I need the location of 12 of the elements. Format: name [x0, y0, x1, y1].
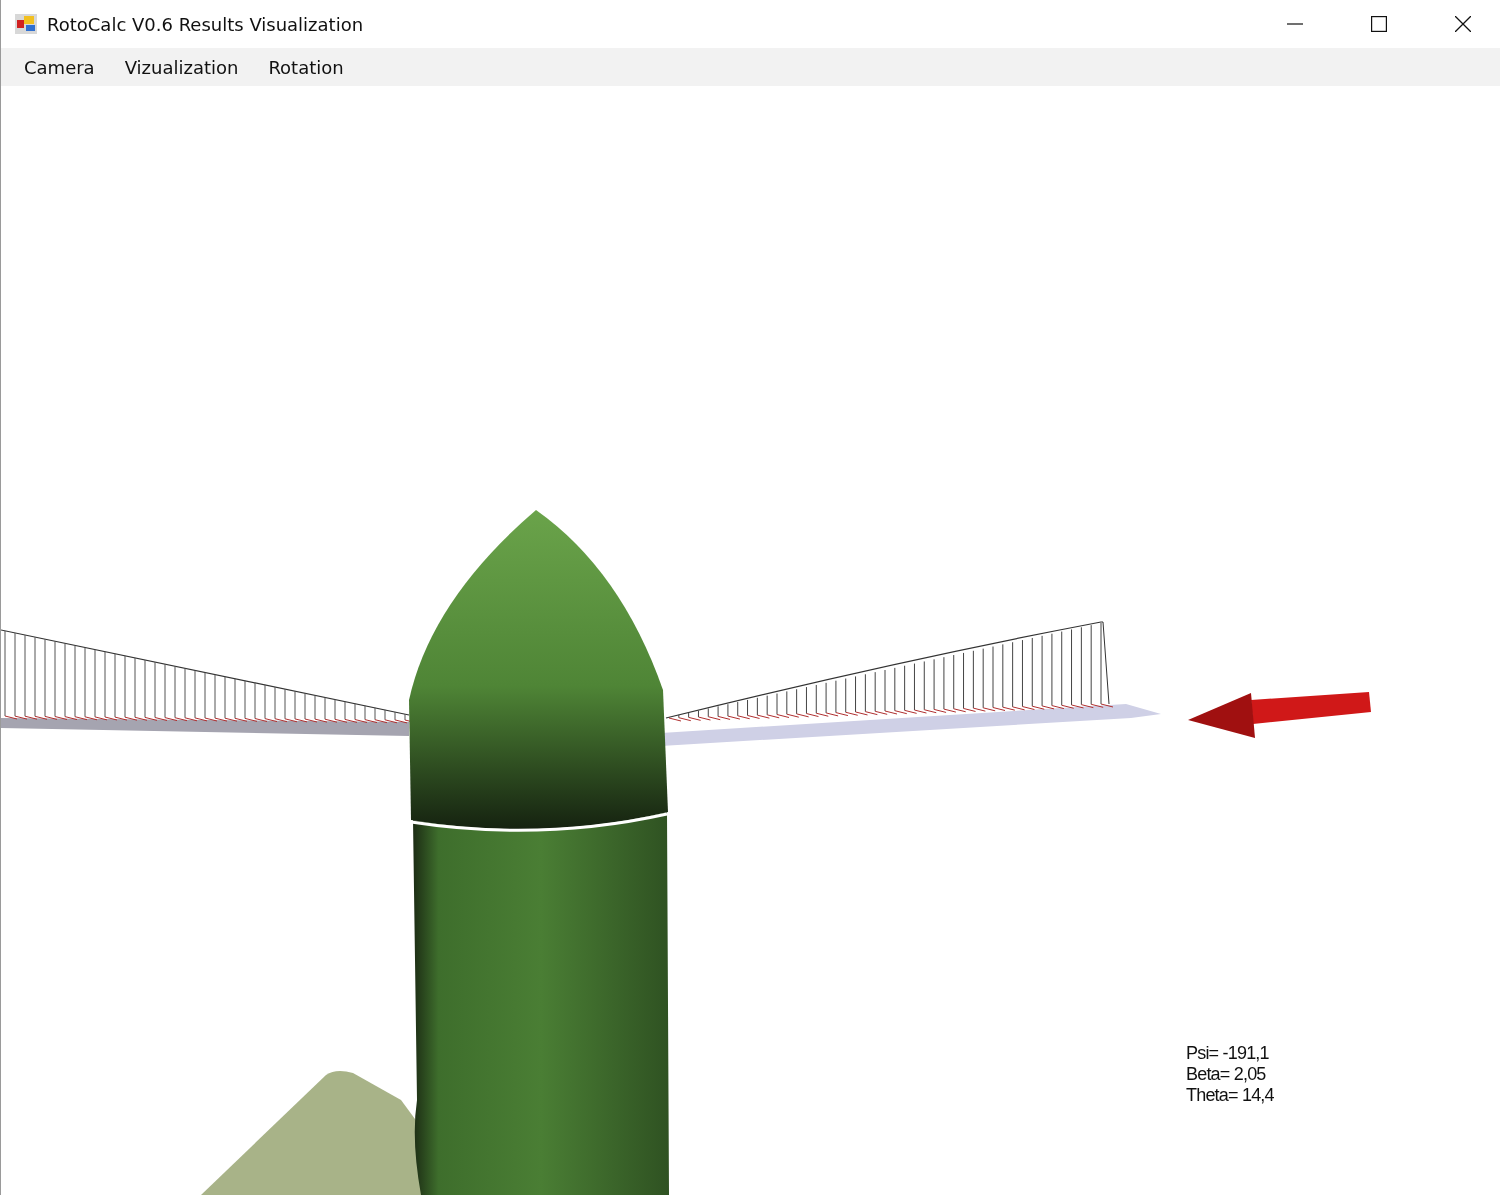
readout-text: Beta= 2,05 — [1186, 1064, 1267, 1085]
menu-item[interactable]: Vizualization — [109, 52, 254, 82]
minimize-icon — [1287, 23, 1303, 25]
window-title: RotoCalc V0.6 Results Visualization — [47, 13, 365, 35]
close-icon — [1455, 16, 1471, 32]
readout-text: Theta= 14,4 — [1186, 1085, 1274, 1106]
maximize-icon — [1371, 16, 1387, 32]
app-icon — [15, 14, 37, 34]
wind-arrow-icon — [1188, 692, 1371, 738]
menu-item[interactable]: Camera — [9, 52, 110, 82]
readout-text: Psi= -191,1 — [1186, 1043, 1270, 1064]
menu-item[interactable]: Rotation — [253, 52, 359, 82]
